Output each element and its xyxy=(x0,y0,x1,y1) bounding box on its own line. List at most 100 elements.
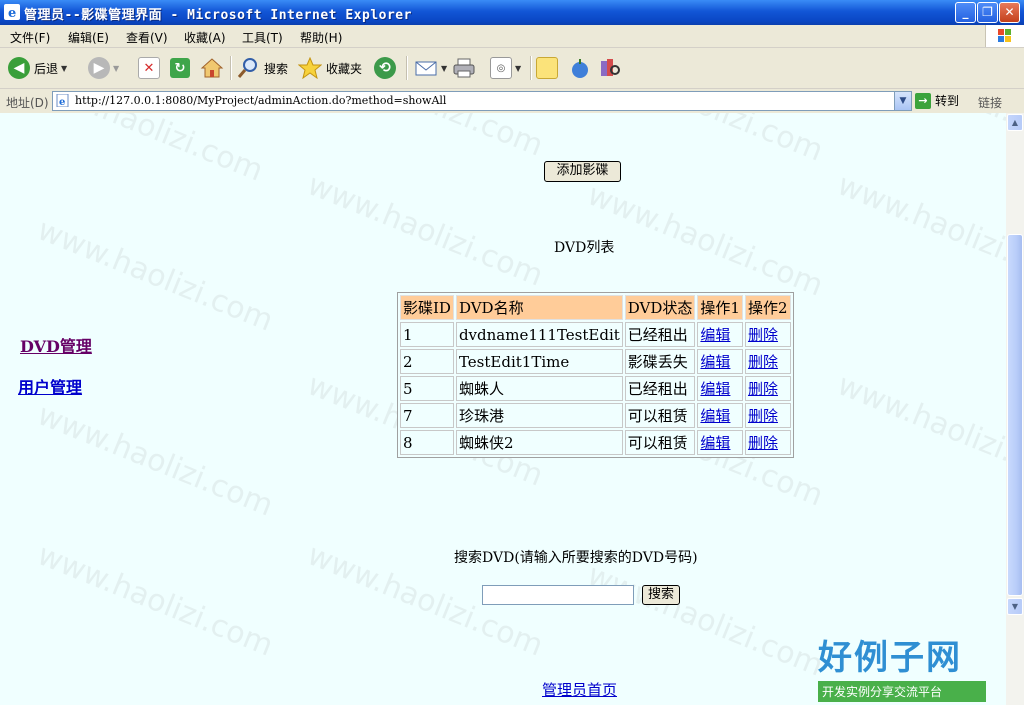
address-url: http://127.0.0.1:8080/MyProject/adminAct… xyxy=(75,94,447,107)
edit-link[interactable]: 编辑 xyxy=(700,407,730,425)
delete-link[interactable]: 删除 xyxy=(748,407,778,425)
go-button[interactable]: → 转到 xyxy=(915,92,959,109)
cell-id: 2 xyxy=(400,349,454,374)
column-header: 影碟ID xyxy=(400,295,454,320)
dropdown-arrow-icon: ▼ xyxy=(441,63,448,73)
menu-edit[interactable]: 编辑(E) xyxy=(68,29,109,46)
column-header: 操作1 xyxy=(697,295,743,320)
go-arrow-icon: → xyxy=(915,92,931,109)
watermark: www.haolizi.com xyxy=(833,113,1006,154)
edit-link[interactable]: 编辑 xyxy=(700,380,730,398)
page-icon: e xyxy=(56,94,69,107)
cell-status: 已经租出 xyxy=(624,322,696,347)
forward-arrow-icon: ▶ xyxy=(88,57,110,79)
column-header: DVD名称 xyxy=(455,295,623,320)
forward-button[interactable]: ▶ ▼ xyxy=(88,55,119,81)
vertical-scrollbar[interactable]: ▲ ▼ xyxy=(1006,113,1024,705)
table-header-row: 影碟ID DVD名称 DVD状态 操作1 操作2 xyxy=(400,295,791,320)
cell-status: 影碟丢失 xyxy=(624,349,696,374)
stop-button[interactable]: ✕ xyxy=(138,55,160,81)
window-title: 管理员--影碟管理界面 - Microsoft Internet Explore… xyxy=(24,8,412,23)
sidebar-item-dvd-manage[interactable]: DVD管理 xyxy=(20,333,92,357)
scroll-up-button[interactable]: ▲ xyxy=(1007,114,1023,131)
star-icon xyxy=(298,57,322,79)
delete-link[interactable]: 删除 xyxy=(748,434,778,452)
add-dvd-button[interactable]: 添加影碟 xyxy=(544,161,621,182)
refresh-button[interactable]: ↻ xyxy=(170,55,190,81)
print-button[interactable] xyxy=(452,55,476,81)
delete-link[interactable]: 删除 xyxy=(748,353,778,371)
address-dropdown-button[interactable]: ▼ xyxy=(894,92,911,110)
cell-id: 1 xyxy=(400,322,454,347)
table-row: 2 TestEdit1Time 影碟丢失 编辑 删除 xyxy=(400,349,791,374)
mail-icon xyxy=(415,61,437,76)
cell-id: 5 xyxy=(400,376,454,401)
home-button[interactable] xyxy=(200,55,224,81)
edit-link[interactable]: 编辑 xyxy=(700,326,730,344)
dvd-table: 影碟ID DVD名称 DVD状态 操作1 操作2 1 dvdname111Tes… xyxy=(397,292,794,458)
watermark: www.haolizi.com xyxy=(32,212,278,339)
notes-button[interactable] xyxy=(536,55,558,81)
refresh-icon: ↻ xyxy=(170,58,190,78)
column-header: 操作2 xyxy=(744,295,791,320)
dropdown-arrow-icon: ▼ xyxy=(113,63,120,73)
address-label: 地址(D) xyxy=(6,96,49,110)
watermark: www.haolizi.com xyxy=(583,113,828,169)
search-submit-button[interactable]: 搜索 xyxy=(642,585,680,605)
search-button[interactable]: 搜索 xyxy=(236,55,288,81)
back-label: 后退 xyxy=(34,61,59,76)
magnifier-icon xyxy=(237,58,257,78)
apple-icon xyxy=(572,59,588,78)
menu-tools[interactable]: 工具(T) xyxy=(242,29,283,46)
list-title: DVD列表 xyxy=(554,240,615,256)
search-prompt: 搜索DVD(请输入所要搜索的DVD号码) xyxy=(454,550,698,566)
maximize-button[interactable]: ❐ xyxy=(977,2,998,23)
watermark: www.haolizi.com xyxy=(32,537,278,664)
menu-file[interactable]: 文件(F) xyxy=(10,29,50,46)
cell-name: 蜘蛛侠2 xyxy=(455,430,623,455)
messenger-button[interactable] xyxy=(568,55,592,81)
scroll-thumb[interactable] xyxy=(1007,234,1023,596)
home-icon xyxy=(200,58,224,78)
page-content: www.haolizi.com www.haolizi.com www.haol… xyxy=(0,113,1006,705)
history-icon: ⟲ xyxy=(374,57,396,79)
svg-text:e: e xyxy=(59,97,65,107)
history-button[interactable]: ⟲ xyxy=(374,55,396,81)
search-input[interactable] xyxy=(482,585,634,605)
cell-id: 8 xyxy=(400,430,454,455)
delete-link[interactable]: 删除 xyxy=(748,326,778,344)
menu-favorites[interactable]: 收藏(A) xyxy=(184,29,226,46)
admin-home-link[interactable]: 管理员首页 xyxy=(542,679,617,700)
address-bar: 地址(D) e http://127.0.0.1:8080/MyProject/… xyxy=(0,89,1024,114)
search-label: 搜索 xyxy=(264,61,289,76)
svg-text:e: e xyxy=(8,6,16,20)
sidebar-item-user-manage[interactable]: 用户管理 xyxy=(18,374,82,398)
back-button[interactable]: ◀ 后退 ▼ xyxy=(8,55,67,81)
favorites-button[interactable]: 收藏夹 xyxy=(298,55,362,81)
dropdown-arrow-icon: ▼ xyxy=(61,63,68,73)
edit-link[interactable]: 编辑 xyxy=(700,353,730,371)
watermark: www.haolizi.com xyxy=(302,167,548,294)
edit-page-button[interactable]: ◎ ▼ xyxy=(490,55,521,81)
menu-help[interactable]: 帮助(H) xyxy=(300,29,342,46)
minimize-button[interactable]: _ xyxy=(955,2,976,23)
address-input[interactable]: e http://127.0.0.1:8080/MyProject/adminA… xyxy=(52,91,912,111)
cell-status: 已经租出 xyxy=(624,376,696,401)
toolbar-separator xyxy=(530,56,532,80)
title-bar: e 管理员--影碟管理界面 - Microsoft Internet Explo… xyxy=(0,0,1024,25)
links-button[interactable]: 链接 xyxy=(978,94,1002,111)
watermark: www.haolizi.com xyxy=(32,397,278,524)
research-button[interactable] xyxy=(598,55,622,81)
edit-icon: ◎ xyxy=(490,57,512,79)
mail-button[interactable]: ▼ xyxy=(414,55,447,81)
menu-view[interactable]: 查看(V) xyxy=(126,29,168,46)
edit-link[interactable]: 编辑 xyxy=(700,434,730,452)
dropdown-arrow-icon: ▼ xyxy=(515,63,522,73)
watermark: www.haolizi.com xyxy=(832,367,1006,494)
research-icon xyxy=(601,59,620,76)
scroll-down-button[interactable]: ▼ xyxy=(1007,598,1023,615)
cell-id: 7 xyxy=(400,403,454,428)
note-icon xyxy=(536,57,558,79)
close-button[interactable]: ✕ xyxy=(999,2,1020,23)
delete-link[interactable]: 删除 xyxy=(748,380,778,398)
